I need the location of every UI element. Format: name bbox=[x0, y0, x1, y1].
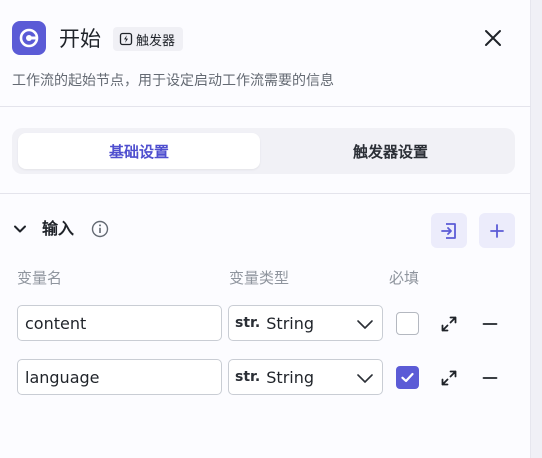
collapse-input-toggle[interactable] bbox=[11, 220, 29, 238]
required-checkbox[interactable] bbox=[396, 312, 419, 335]
close-icon bbox=[485, 30, 501, 46]
canvas-edge bbox=[531, 0, 542, 458]
remove-row-button[interactable] bbox=[479, 313, 501, 335]
remove-row-button[interactable] bbox=[479, 367, 501, 389]
start-node-icon bbox=[12, 21, 46, 55]
column-header-name: 变量名 bbox=[17, 269, 63, 287]
expand-icon bbox=[441, 370, 457, 386]
close-button[interactable] bbox=[480, 25, 506, 51]
panel-description: 工作流的起始节点，用于设定启动工作流需要的信息 bbox=[12, 73, 334, 89]
info-icon[interactable] bbox=[91, 220, 109, 238]
tab-basic-settings[interactable]: 基础设置 bbox=[18, 133, 260, 169]
chevron-down-icon bbox=[357, 374, 373, 383]
minus-icon bbox=[482, 323, 498, 325]
expand-row-button[interactable] bbox=[438, 313, 460, 335]
tabs-divider bbox=[0, 193, 531, 194]
chevron-down-icon bbox=[14, 225, 26, 233]
column-header-required: 必填 bbox=[389, 269, 420, 287]
import-icon bbox=[441, 222, 456, 239]
plus-icon bbox=[490, 223, 504, 238]
checkmark-icon bbox=[401, 372, 414, 383]
trigger-badge: 触发器 bbox=[113, 27, 184, 51]
type-prefix: str. bbox=[235, 369, 261, 385]
add-variable-button[interactable] bbox=[479, 213, 515, 248]
settings-tabs: 基础设置 触发器设置 bbox=[12, 128, 515, 174]
minus-icon bbox=[482, 377, 498, 379]
type-prefix: str. bbox=[235, 315, 261, 331]
start-node-panel: 开始 触发器 工作流的起始节点，用于设定启动工作流需要的信息 基础设置 触发器设… bbox=[0, 0, 531, 458]
tab-trigger-settings[interactable]: 触发器设置 bbox=[272, 133, 509, 169]
expand-icon bbox=[441, 316, 457, 332]
variable-name-input[interactable] bbox=[17, 305, 222, 341]
expand-row-button[interactable] bbox=[438, 367, 460, 389]
column-header-type: 变量类型 bbox=[229, 269, 290, 287]
header-divider bbox=[0, 106, 531, 107]
variable-type-select[interactable]: str. String bbox=[228, 305, 383, 341]
type-value: String bbox=[266, 313, 315, 333]
import-variables-button[interactable] bbox=[431, 213, 467, 248]
panel-title: 开始 bbox=[59, 27, 101, 51]
required-checkbox[interactable] bbox=[396, 366, 419, 389]
variable-type-select[interactable]: str. String bbox=[228, 359, 383, 395]
trigger-badge-label: 触发器 bbox=[136, 33, 176, 49]
type-value: String bbox=[266, 367, 315, 387]
variable-name-input[interactable] bbox=[17, 359, 222, 395]
chevron-down-icon bbox=[357, 320, 373, 329]
input-section-title: 输入 bbox=[42, 219, 75, 238]
trigger-icon bbox=[119, 32, 133, 46]
